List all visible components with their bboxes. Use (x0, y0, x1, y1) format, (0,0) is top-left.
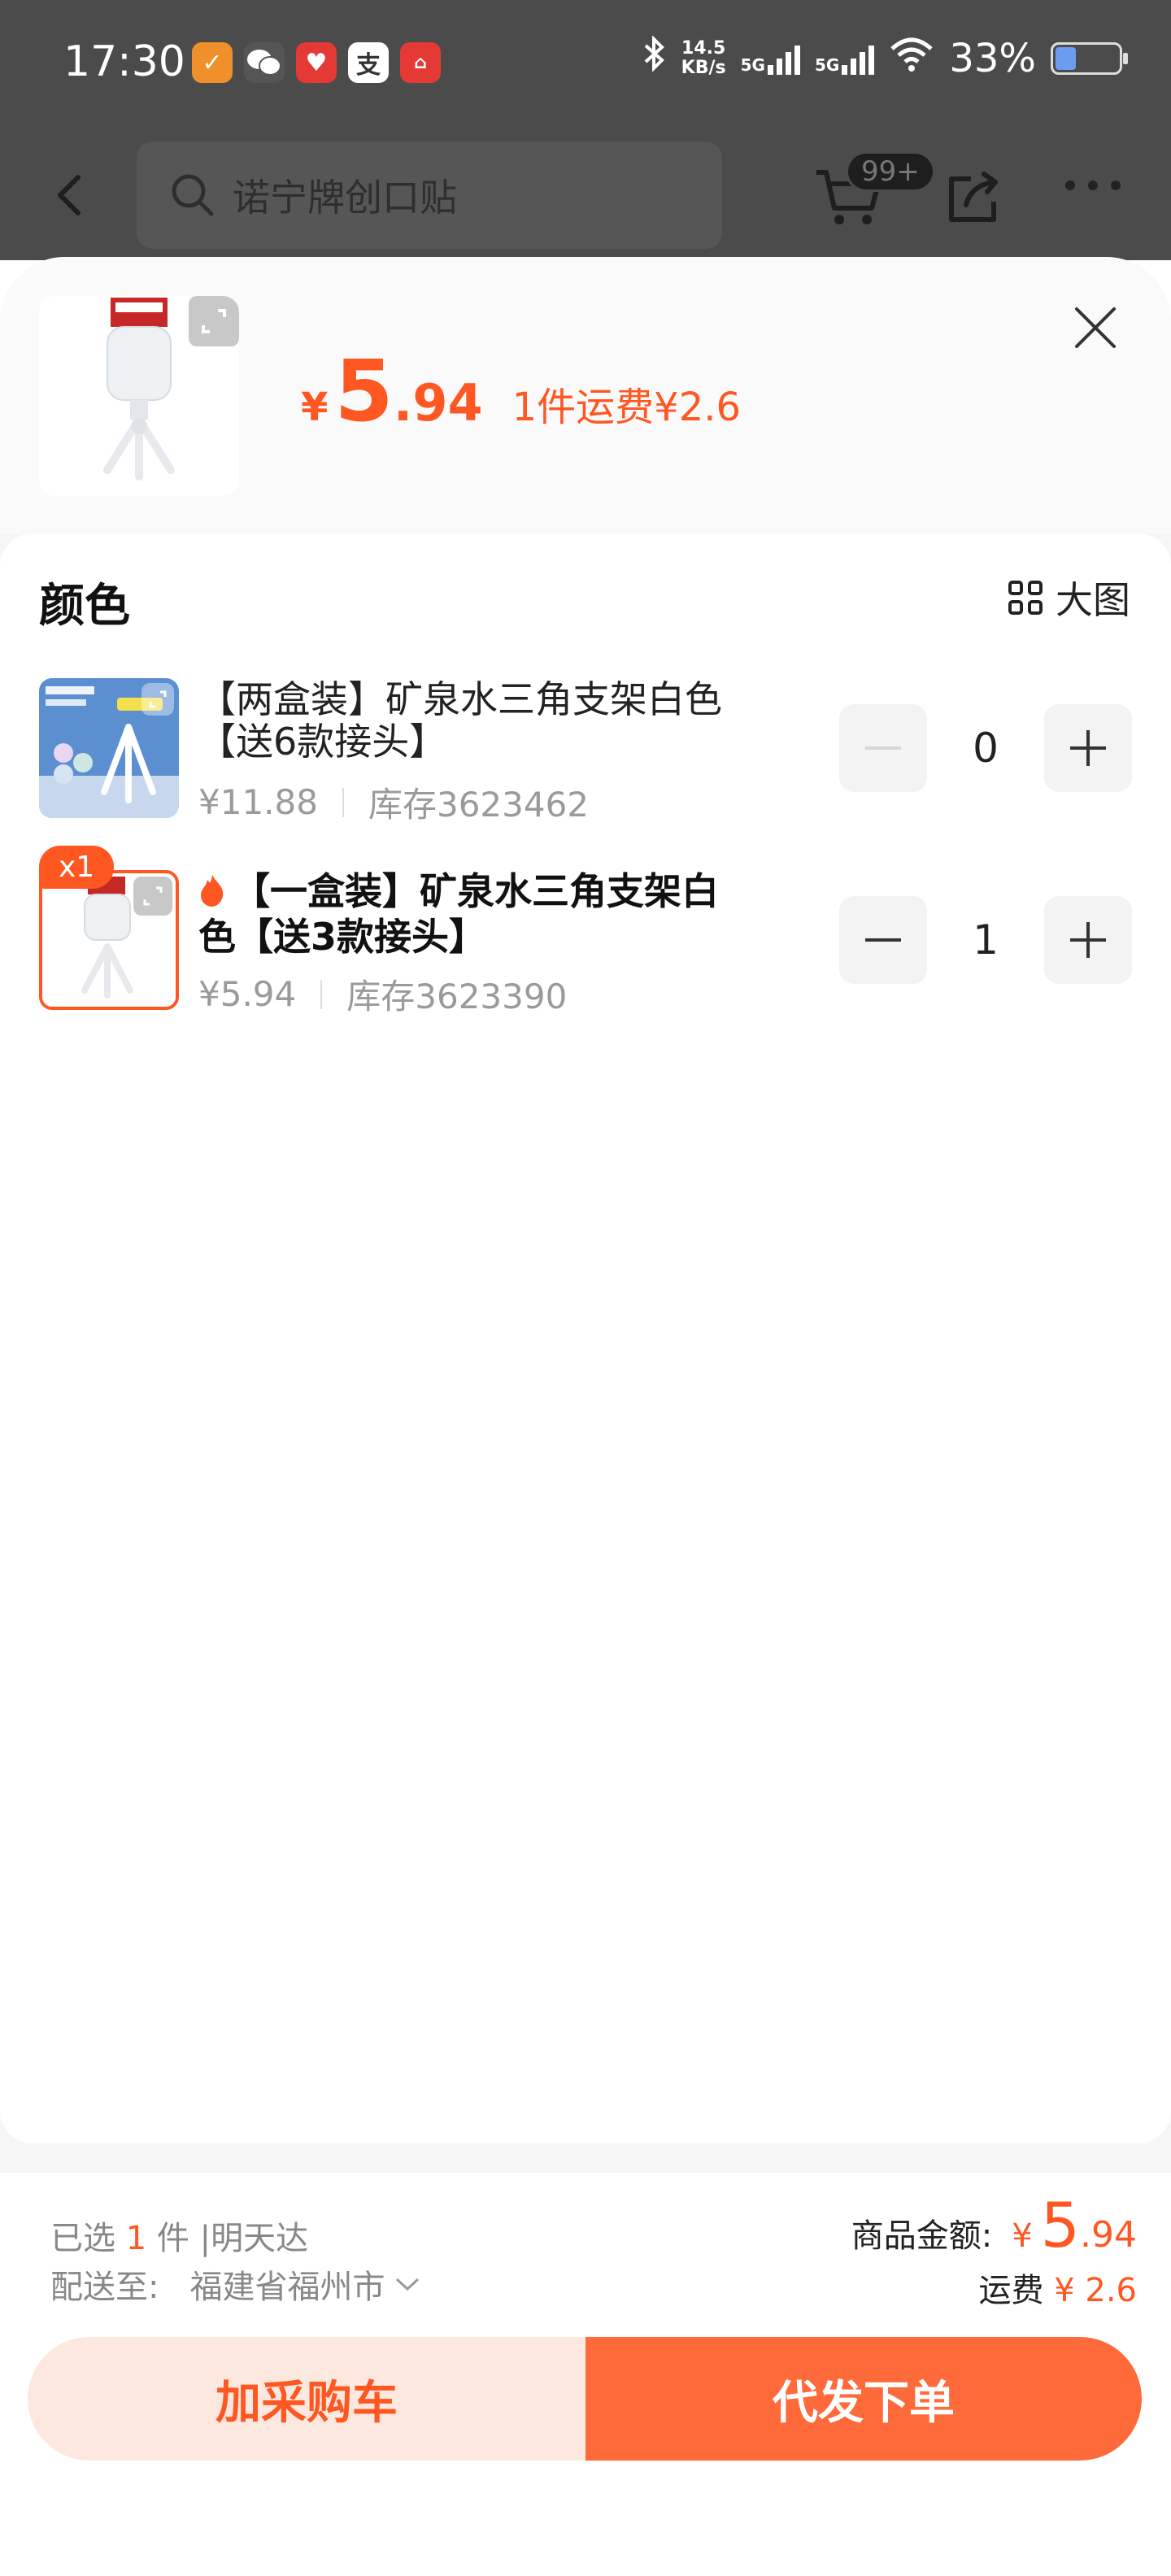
wechat-icon (244, 42, 285, 83)
grid-icon (1008, 581, 1043, 615)
share-icon[interactable] (943, 168, 1002, 226)
selection-summary: 已选 1 件 |明天达 (50, 2220, 309, 2257)
hot-icon (198, 873, 226, 916)
notification-icons: ✓ ♥ 支 ⌂ (192, 42, 441, 83)
decrement-button[interactable] (839, 896, 927, 984)
search-icon (172, 174, 214, 216)
expand-icon[interactable] (133, 877, 172, 916)
net-speed: 14.5 KB/s (681, 38, 726, 78)
place-order-button[interactable]: 代发下单 (586, 2337, 1142, 2461)
action-buttons: 加采购车 代发下单 (28, 2337, 1142, 2461)
big-image-toggle[interactable]: 大图 (1008, 571, 1130, 624)
sku-meta: ¥11.88 库存3623462 (198, 777, 589, 827)
plus-icon (1070, 730, 1106, 766)
sku-stock: 库存3623390 (346, 977, 568, 1016)
sheet-header: ¥ 5 .94 1件运费¥2.6 (0, 257, 1171, 533)
status-indicators: 14.5 KB/s 5G 5G 33% (642, 35, 1128, 81)
app-notification-icon: ✓ (192, 42, 233, 83)
ship-to[interactable]: 配送至: 福建省福州市 (50, 2261, 420, 2308)
sku-price: ¥11.88 (198, 782, 318, 822)
close-icon[interactable] (1072, 304, 1119, 351)
heart-app-icon: ♥ (296, 42, 337, 83)
increment-button[interactable] (1044, 704, 1132, 792)
ship-to-address: 福建省福州市 (189, 2269, 385, 2306)
battery-percent: 33% (949, 36, 1036, 81)
freight-value: ¥ 2.6 (1054, 2272, 1137, 2309)
expand-icon[interactable] (141, 683, 174, 716)
ship-to-label: 配送至: (50, 2269, 159, 2306)
shop-app-icon: ⌂ (400, 42, 441, 83)
sku-stock: 库存3623462 (368, 785, 590, 825)
section-title: 颜色 (39, 580, 130, 633)
quantity-stepper: 0 (839, 704, 1132, 792)
divider (342, 787, 344, 817)
more-icon[interactable] (1065, 181, 1121, 190)
goods-total: 商品金额: ¥ 5 .94 (851, 2189, 1137, 2261)
bluetooth-icon (642, 35, 667, 81)
quantity-stepper: 1 (839, 896, 1132, 984)
sku-name: 【两盒装】矿泉水三角支架白色【送6款接头】 (198, 677, 722, 764)
product-thumbnail[interactable] (39, 296, 239, 496)
chevron-down-icon (396, 2278, 420, 2291)
increment-button[interactable] (1044, 896, 1132, 984)
add-to-cart-button[interactable]: 加采购车 (28, 2337, 586, 2461)
signal-icon-2: 5G (815, 42, 875, 75)
battery-icon (1051, 42, 1128, 75)
status-time: 17:30 (63, 37, 185, 86)
plus-icon (1070, 922, 1106, 958)
sku-thumbnail[interactable] (39, 678, 179, 818)
freight: 运费 ¥ 2.6 (978, 2272, 1138, 2309)
selected-count: 1 (125, 2220, 147, 2257)
sku-item[interactable]: 【两盒装】矿泉水三角支架白色【送6款接头】 ¥11.88 库存3623462 0 (0, 678, 1171, 841)
total-price: ¥ 5 .94 (1012, 2189, 1137, 2261)
search-text: 诺宁牌创口贴 (233, 176, 457, 220)
decrement-button[interactable] (839, 704, 927, 792)
options-panel: 颜色 大图 【两盒装】矿泉水三角支架白色【送6款接头】 ¥11.88 库存362… (0, 533, 1171, 2143)
expand-icon[interactable] (189, 296, 239, 346)
back-arrow-icon[interactable] (49, 172, 94, 218)
wifi-icon (889, 36, 934, 81)
order-footer: 已选 1 件 |明天达 配送至: 福建省福州市 商品金额: ¥ 5 .94 运费… (0, 2173, 1171, 2576)
quantity-value[interactable]: 0 (927, 724, 1044, 772)
sku-meta: ¥5.94 库存3623390 (198, 969, 567, 1019)
sku-name: 【一盒装】矿泉水三角支架白色【送3款接头】 (198, 869, 719, 959)
alipay-icon: 支 (348, 42, 389, 83)
shipping-note: 1件运费¥2.6 (511, 385, 742, 430)
selected-price: ¥ 5 .94 1件运费¥2.6 (301, 342, 742, 441)
cart-badge: 99+ (846, 151, 935, 192)
sku-price: ¥5.94 (198, 974, 297, 1014)
top-nav: 诺宁牌创口贴 99+ (0, 130, 1171, 260)
quantity-badge: x1 (39, 846, 115, 889)
status-bar: 17:30 ✓ ♥ 支 ⌂ 14.5 KB/s 5G 5G 33% (0, 0, 1171, 130)
search-bar[interactable]: 诺宁牌创口贴 (137, 141, 722, 249)
sku-thumbnail[interactable] (39, 870, 179, 1010)
minus-icon (865, 938, 901, 942)
quantity-value[interactable]: 1 (927, 916, 1044, 964)
divider (320, 979, 323, 1009)
sku-item-selected[interactable]: x1 【一盒装】矿泉水三角支架白色【送3款接头】 ¥5.94 库存3623390… (0, 846, 1171, 1033)
minus-icon (865, 746, 901, 750)
signal-icon-1: 5G (741, 42, 800, 75)
